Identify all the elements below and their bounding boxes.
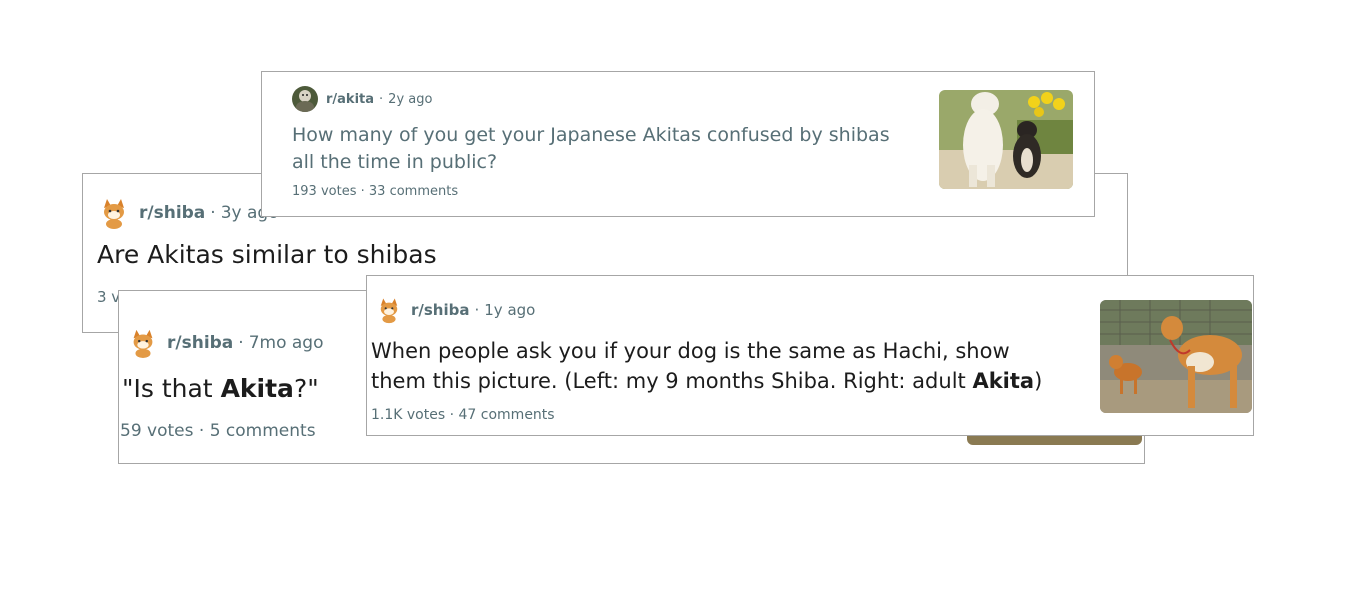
separator: · [474,301,480,319]
separator: · [238,333,244,353]
post-stats: 59 votes · 5 comments [120,421,316,441]
shiba-avatar-icon[interactable] [375,296,403,324]
post-age: 1y ago [484,301,536,319]
post-stats: 193 votes · 33 comments [292,184,458,199]
post-card-akitas-confused[interactable]: r/akita · 2y ago How many of you get you… [261,71,1095,217]
post-meta: r/shiba · 3y ago [97,196,279,230]
post-stats: 1.1K votes · 47 comments [371,407,555,423]
separator: · [210,203,216,223]
post-title[interactable]: How many of you get your Japanese Akitas… [292,122,912,176]
vote-count: 193 votes [292,184,357,199]
shiba-avatar-icon[interactable] [127,327,159,359]
vote-count: 1.1K votes [371,407,446,423]
separator: · [198,421,205,441]
post-title[interactable]: "Is that Akita?" [122,374,319,403]
akita-and-shiba-photo[interactable] [939,90,1073,189]
separator: · [449,407,455,423]
akita-avatar-icon[interactable] [292,86,318,112]
comment-count[interactable]: 47 comments [459,407,555,423]
post-title[interactable]: Are Akitas similar to shibas [97,240,437,269]
vote-count: 59 votes [120,421,194,441]
subreddit-link[interactable]: r/shiba [139,203,205,223]
post-title[interactable]: When people ask you if your dog is the s… [371,336,1071,396]
post-stats: 3 v [97,288,121,306]
post-meta: r/akita · 2y ago [292,86,432,112]
comment-count[interactable]: 33 comments [369,184,458,199]
highlight-term: Akita [972,369,1035,393]
separator: · [379,91,384,107]
post-meta: r/shiba · 7mo ago [127,327,324,359]
subreddit-link[interactable]: r/akita [326,92,374,107]
post-card-hachi-picture[interactable]: r/shiba · 1y ago When people ask you if … [366,275,1254,436]
comment-count[interactable]: 5 comments [210,421,316,441]
subreddit-link[interactable]: r/shiba [411,301,469,319]
shiba-avatar-icon[interactable] [97,196,131,230]
highlight-term: Akita [220,374,294,403]
post-age: 7mo ago [248,333,324,353]
subreddit-link[interactable]: r/shiba [167,333,233,353]
post-age: 2y ago [388,91,433,107]
post-meta: r/shiba · 1y ago [375,296,535,324]
shiba-and-akita-photo[interactable] [1100,300,1252,413]
separator: · [360,184,365,199]
